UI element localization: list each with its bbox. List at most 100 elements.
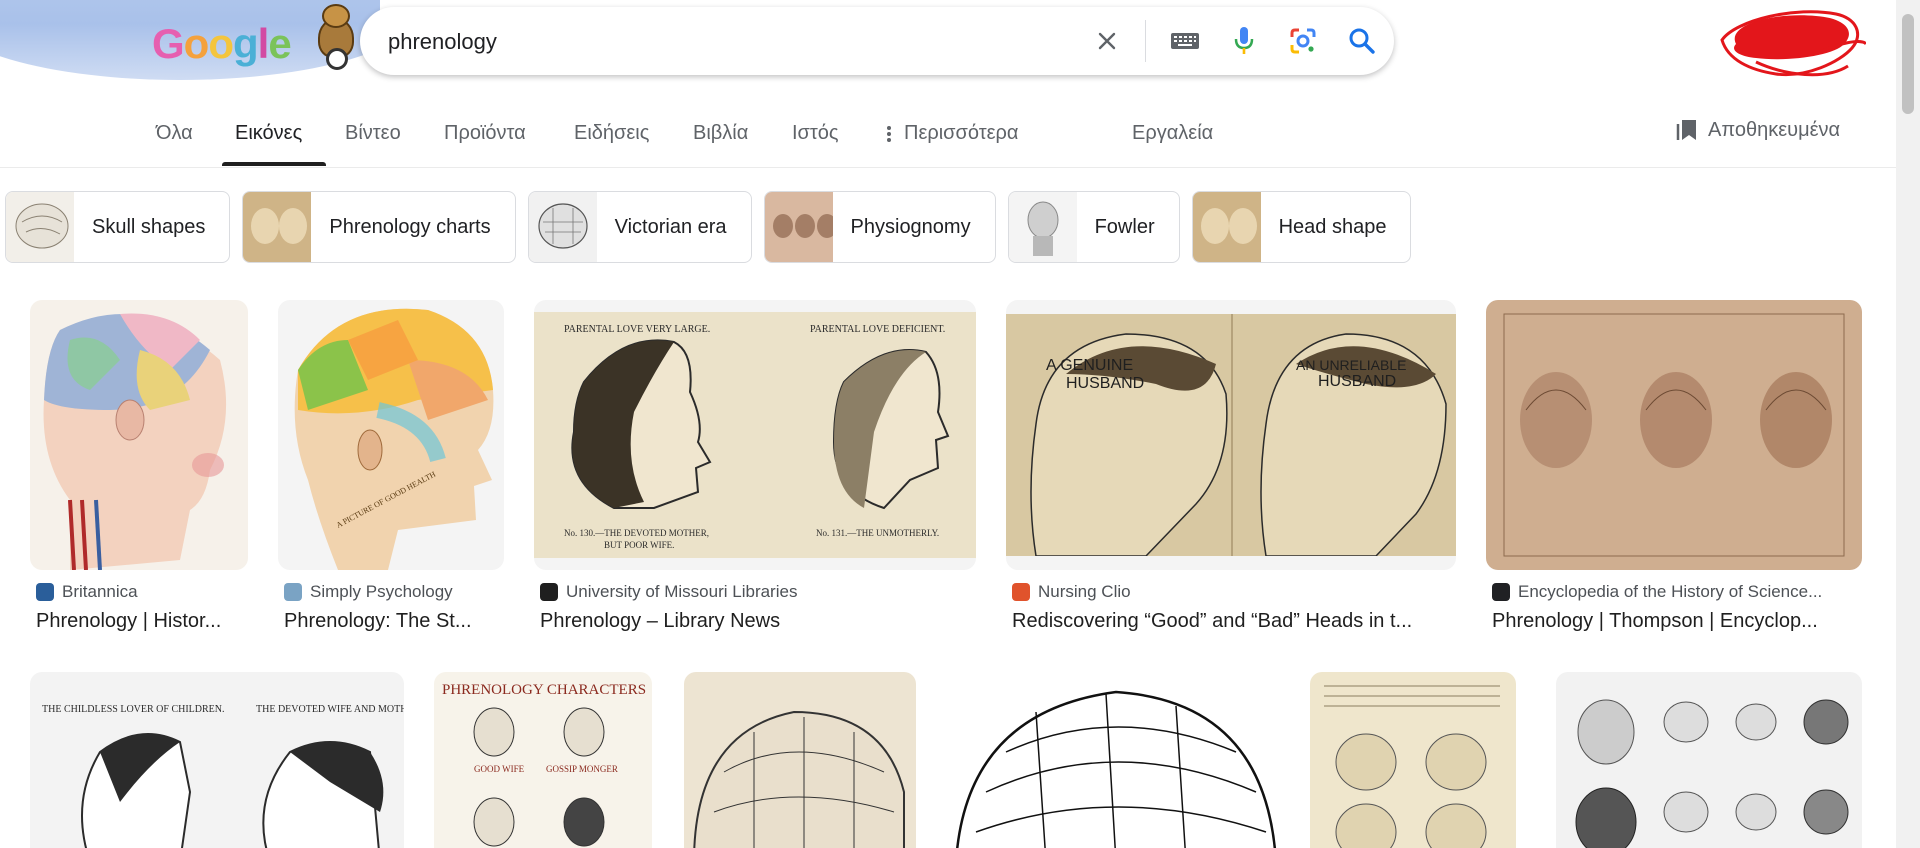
britannica-favicon-icon (36, 583, 54, 601)
tab-news[interactable]: Ειδήσεις (574, 122, 649, 145)
result-image[interactable]: A PICTURE OF GOOD HEALTH (278, 300, 504, 570)
tab-more[interactable]: Περισσότερα (884, 122, 1018, 145)
mizzou-favicon-icon (540, 583, 558, 601)
chip-victorian-era[interactable]: Victorian era (527, 191, 752, 263)
image-caption: PARENTAL LOVE VERY LARGE. (564, 324, 710, 335)
tools-button[interactable]: Εργαλεία (1132, 122, 1213, 145)
result-source[interactable]: Nursing Clio (1012, 582, 1131, 602)
logo-text: Google (152, 20, 292, 67)
result-image[interactable] (684, 672, 916, 848)
chip-phrenology-charts[interactable]: Phrenology charts (242, 191, 516, 263)
chip-thumbnail (6, 192, 74, 262)
image-result[interactable]: PHRENOLOGY CHARACTERS GOOD WIFE GOSSIP M… (434, 672, 652, 848)
chip-head-shape[interactable]: Head shape (1191, 191, 1412, 263)
tab-images[interactable]: Εικόνες (235, 122, 302, 145)
related-searches-chips: Skull shapes Phrenology charts Victorian… (5, 191, 1423, 263)
image-result[interactable]: Britannica Phrenology | Histor... (30, 300, 248, 640)
saved-label: Αποθηκευμένα (1708, 118, 1841, 141)
result-source[interactable]: University of Missouri Libraries (540, 582, 797, 602)
tab-more-label: Περισσότερα (904, 122, 1019, 144)
chip-skull-shapes[interactable]: Skull shapes (5, 191, 231, 263)
image-caption: GOSSIP MONGER (546, 764, 618, 774)
image-caption: PHRENOLOGY CHARACTERS (442, 682, 646, 698)
chip-thumbnail (1008, 192, 1077, 262)
search-box[interactable]: phrenology (360, 7, 1394, 75)
image-caption: HUSBAND (1318, 373, 1396, 390)
tab-books[interactable]: Βιβλία (693, 122, 748, 145)
tab-videos[interactable]: Βίντεο (345, 122, 401, 145)
header: Google phrenology (0, 0, 1920, 86)
saved-button[interactable]: Αποθηκευμένα (1676, 118, 1840, 142)
image-result[interactable] (946, 672, 1280, 848)
image-result[interactable] (684, 672, 916, 848)
image-caption: AN UNRELIABLE (1296, 357, 1406, 373)
chip-label: Physiognomy (850, 215, 971, 238)
result-image[interactable]: PHRENOLOGY CHARACTERS GOOD WIFE GOSSIP M… (434, 672, 652, 848)
microphone-icon[interactable] (1224, 21, 1264, 61)
doodle-character (312, 4, 360, 70)
search-tabs: Όλα Εικόνες Βίντεο Προϊόντα Ειδήσεις Βιβ… (0, 86, 1900, 168)
chip-label: Skull shapes (92, 215, 206, 238)
image-caption: BUT POOR WIFE. (604, 540, 674, 550)
result-image[interactable] (946, 672, 1280, 848)
result-title[interactable]: Phrenology | Histor... (36, 610, 248, 633)
clear-icon[interactable] (1087, 21, 1127, 61)
chip-thumbnail (528, 192, 597, 262)
more-vert-icon (887, 125, 891, 142)
result-image[interactable]: PARENTAL LOVE VERY LARGE. PARENTAL LOVE … (534, 300, 976, 570)
image-caption: No. 130.—THE DEVOTED MOTHER, (564, 528, 709, 538)
result-title[interactable]: Rediscovering “Good” and “Bad” Heads in … (1012, 610, 1456, 633)
tab-all[interactable]: Όλα (156, 122, 193, 145)
chip-label: Victorian era (614, 215, 727, 238)
bookmark-icon (1676, 120, 1696, 140)
result-title[interactable]: Phrenology – Library News (540, 610, 976, 633)
active-tab-indicator (222, 162, 326, 166)
image-result[interactable]: Encyclopedia of the History of Science..… (1486, 300, 1862, 640)
image-result[interactable]: A PICTURE OF GOOD HEALTH Simply Psycholo… (278, 300, 504, 640)
result-image[interactable]: A GENUINE HUSBAND AN UNRELIABLE HUSBAND (1006, 300, 1456, 570)
chip-thumbnail (764, 192, 833, 262)
chip-label: Head shape (1278, 215, 1387, 238)
result-source[interactable]: Encyclopedia of the History of Science..… (1492, 582, 1822, 602)
image-result[interactable]: PARENTAL LOVE VERY LARGE. PARENTAL LOVE … (534, 300, 976, 640)
chip-thumbnail (243, 192, 312, 262)
result-image[interactable]: THE CHILDLESS LOVER OF CHILDREN. THE DEV… (30, 672, 404, 848)
page-scrollbar[interactable] (1896, 0, 1920, 848)
chip-physiognomy[interactable]: Physiognomy (763, 191, 996, 263)
image-result[interactable] (1556, 672, 1862, 848)
result-source[interactable]: Simply Psychology (284, 582, 453, 602)
chip-label: Phrenology charts (329, 215, 491, 238)
chip-thumbnail (1192, 192, 1261, 262)
image-caption: GOOD WIFE (474, 764, 525, 774)
image-caption: THE DEVOTED WIFE AND MOTHER (256, 704, 404, 715)
simply-psychology-favicon-icon (284, 583, 302, 601)
result-image[interactable] (1556, 672, 1862, 848)
google-doodle-logo[interactable]: Google (0, 0, 380, 80)
nursing-clio-favicon-icon (1012, 583, 1030, 601)
image-caption: HUSBAND (1066, 375, 1144, 392)
tab-web[interactable]: Ιστός (792, 122, 839, 145)
image-result[interactable]: THE CHILDLESS LOVER OF CHILDREN. THE DEV… (30, 672, 404, 848)
chip-fowler[interactable]: Fowler (1007, 191, 1180, 263)
search-input[interactable]: phrenology (388, 29, 497, 55)
scrollbar-thumb[interactable] (1902, 14, 1914, 114)
result-image[interactable] (30, 300, 248, 570)
chip-label: Fowler (1094, 215, 1155, 238)
search-divider (1145, 20, 1146, 62)
keyboard-icon[interactable] (1165, 21, 1205, 61)
encyclopedia-favicon-icon (1492, 583, 1510, 601)
tab-products[interactable]: Προϊόντα (444, 122, 526, 145)
image-result[interactable] (1310, 672, 1516, 848)
google-lens-icon[interactable] (1283, 21, 1323, 61)
account-avatar-redacted[interactable] (1716, 4, 1868, 88)
result-image[interactable] (1486, 300, 1862, 570)
image-result[interactable]: A GENUINE HUSBAND AN UNRELIABLE HUSBAND … (1006, 300, 1456, 640)
search-icon[interactable] (1342, 21, 1382, 61)
result-title[interactable]: Phrenology | Thompson | Encyclop... (1492, 610, 1864, 633)
image-caption: A GENUINE (1046, 357, 1133, 374)
result-title[interactable]: Phrenology: The St... (284, 610, 504, 633)
result-image[interactable] (1310, 672, 1516, 848)
image-caption: THE CHILDLESS LOVER OF CHILDREN. (42, 704, 225, 715)
result-source[interactable]: Britannica (36, 582, 138, 602)
image-caption: PARENTAL LOVE DEFICIENT. (810, 324, 945, 335)
